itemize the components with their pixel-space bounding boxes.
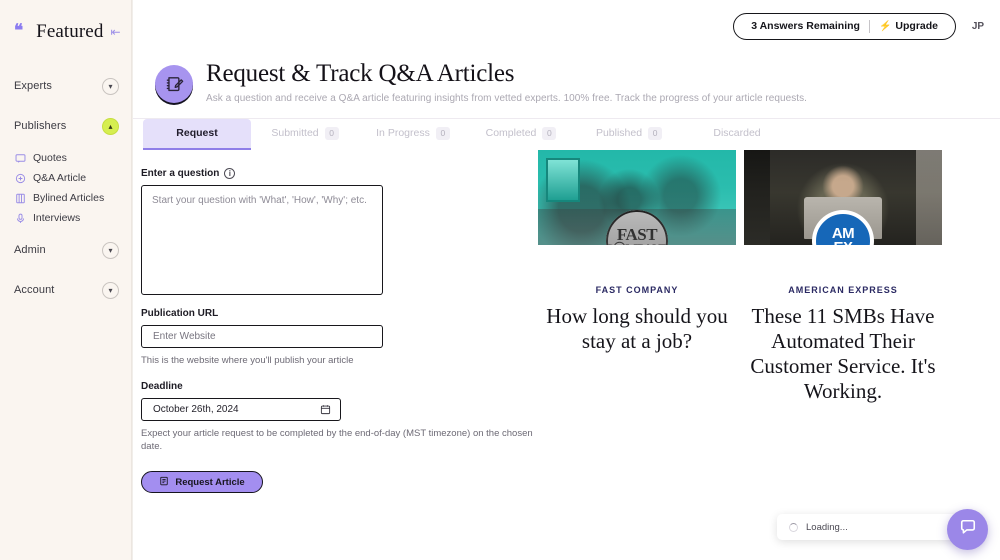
chevron-down-icon[interactable]: ▾ (102, 281, 119, 299)
tab-discarded[interactable]: Discarded (683, 119, 791, 150)
tab-in-progress[interactable]: In Progress 0 (359, 119, 467, 150)
article-image: AMEX (744, 149, 942, 245)
tab-submitted-label: Submitted (271, 127, 319, 140)
pill-divider (868, 19, 870, 33)
article-brand: FAST COMPANY (595, 284, 679, 295)
article-cards: FASTC⦿MPANY FAST COMPANY How long should… (538, 149, 942, 493)
sidebar-item-quotes-label: Quotes (33, 152, 67, 164)
content-area: Enter a question i Start your question w… (133, 149, 1000, 494)
request-article-label: Request Article (175, 476, 245, 488)
microphone-icon (15, 213, 26, 224)
article-headline: How long should you stay at a job? (546, 303, 728, 353)
url-label: Publication URL (141, 307, 219, 319)
tabs: Request Submitted 0 In Progress 0 Comple… (133, 118, 1000, 150)
tab-discarded-label: Discarded (713, 127, 761, 140)
notepad-pencil-icon (155, 65, 193, 103)
topbar: 3 Answers Remaining ⚡ Upgrade JP (133, 0, 1000, 52)
image-detail (744, 149, 770, 245)
tab-published[interactable]: Published 0 (575, 119, 683, 150)
question-label: Enter a question (141, 167, 220, 179)
main-content: 3 Answers Remaining ⚡ Upgrade JP Request… (132, 0, 1000, 560)
answers-remaining-pill[interactable]: 3 Answers Remaining ⚡ Upgrade (733, 12, 956, 40)
sidebar-item-bylined-articles-label: Bylined Articles (33, 192, 105, 204)
sidebar-item-interviews[interactable]: Interviews (0, 208, 131, 228)
sidebar-subnav: Quotes Q&A Article Bylined Articles Inte… (0, 146, 131, 230)
sidebar-group-publishers-label: Publishers (14, 120, 67, 132)
quotes-icon (15, 153, 26, 164)
article-icon (159, 473, 169, 491)
fast-company-logo: FASTC⦿MPANY (606, 209, 668, 245)
url-helper-text: This is the website where you'll publish… (141, 354, 354, 366)
article-brand: AMERICAN EXPRESS (788, 284, 898, 295)
tab-completed-label: Completed (485, 127, 537, 140)
article-headline: These 11 SMBs Have Automated Their Custo… (750, 303, 936, 404)
sidebar-item-bylined-articles[interactable]: Bylined Articles (0, 188, 131, 208)
tab-submitted-count: 0 (324, 126, 339, 140)
sidebar-item-quotes[interactable]: Quotes (0, 148, 131, 168)
sidebar: ❝ Featured ⇤ Experts ▾ Publishers ▴ Quot… (0, 0, 132, 560)
sidebar-group-account-label: Account (14, 284, 55, 296)
brand-name: Featured (36, 21, 104, 42)
publication-url-input[interactable]: Enter Website (141, 324, 383, 348)
sidebar-group-admin[interactable]: Admin ▾ (0, 230, 131, 270)
upgrade-label: Upgrade (895, 20, 938, 32)
sidebar-group-experts-label: Experts (14, 80, 52, 92)
sidebar-group-publishers[interactable]: Publishers ▴ (0, 106, 131, 146)
chat-loading-label: Loading... (806, 521, 848, 533)
sidebar-item-qa-article[interactable]: Q&A Article (0, 168, 131, 188)
tab-in-progress-label: In Progress (376, 127, 430, 140)
request-article-button[interactable]: Request Article (141, 471, 263, 494)
chat-bubble-icon (958, 517, 978, 542)
image-detail (546, 157, 580, 202)
tab-in-progress-count: 0 (435, 126, 450, 140)
request-form: Enter a question i Start your question w… (133, 150, 538, 494)
qa-article-icon (15, 173, 26, 184)
spinner-icon (789, 522, 798, 532)
app-root: ❝ Featured ⇤ Experts ▾ Publishers ▴ Quot… (0, 0, 1000, 560)
deadline-label: Deadline (141, 380, 183, 392)
question-input[interactable]: Start your question with 'What', 'How', … (141, 184, 383, 295)
sidebar-item-qa-article-label: Q&A Article (33, 172, 87, 184)
sidebar-group-admin-label: Admin (14, 244, 46, 256)
sidebar-nav: Experts ▾ Publishers ▴ Quotes Q&A Articl… (0, 46, 131, 310)
page-header: Request & Track Q&A Articles Ask a quest… (133, 52, 1000, 104)
tab-completed[interactable]: Completed 0 (467, 119, 575, 150)
bylined-articles-icon (15, 193, 26, 204)
upgrade-button[interactable]: ⚡ Upgrade (879, 20, 938, 32)
page-header-text: Request & Track Q&A Articles Ask a quest… (206, 60, 807, 104)
sidebar-group-account[interactable]: Account ▾ (0, 270, 131, 310)
collapse-left-icon[interactable]: ⇤ (110, 26, 120, 38)
image-detail (916, 149, 942, 245)
page-subtitle: Ask a question and receive a Q&A article… (206, 92, 807, 104)
tab-completed-count: 0 (542, 126, 557, 140)
info-icon[interactable]: i (224, 167, 236, 179)
tab-submitted[interactable]: Submitted 0 (251, 119, 359, 150)
answers-remaining-label: 3 Answers Remaining (751, 20, 860, 32)
avatar[interactable]: JP (966, 14, 990, 38)
sidebar-item-interviews-label: Interviews (33, 212, 81, 224)
tab-request-label: Request (176, 127, 218, 140)
brand-header: ❝ Featured ⇤ (0, 0, 131, 46)
sidebar-group-experts[interactable]: Experts ▾ (0, 66, 131, 106)
bolt-icon: ⚡ (878, 20, 892, 32)
tab-request[interactable]: Request (143, 118, 251, 150)
article-image: FASTC⦿MPANY (538, 149, 736, 245)
chevron-up-icon[interactable]: ▴ (102, 117, 119, 135)
tab-published-count: 0 (648, 126, 663, 140)
chevron-down-icon[interactable]: ▾ (102, 77, 119, 95)
question-label-row: Enter a question i (141, 167, 538, 179)
article-card-american-express[interactable]: AMEX AMERICAN EXPRESS These 11 SMBs Have… (744, 149, 942, 493)
calendar-icon[interactable] (320, 404, 331, 415)
chat-bubble-button[interactable] (947, 509, 988, 550)
article-card-fast-company[interactable]: FASTC⦿MPANY FAST COMPANY How long should… (538, 149, 736, 493)
deadline-value: October 26th, 2024 (153, 403, 239, 415)
chevron-down-icon[interactable]: ▾ (102, 241, 119, 259)
tab-published-label: Published (595, 127, 643, 140)
quote-marks-icon: ❝ (14, 20, 23, 40)
deadline-input[interactable]: October 26th, 2024 (141, 397, 341, 421)
deadline-helper-text: Expect your article request to be comple… (141, 427, 533, 453)
page-title: Request & Track Q&A Articles (206, 60, 515, 87)
